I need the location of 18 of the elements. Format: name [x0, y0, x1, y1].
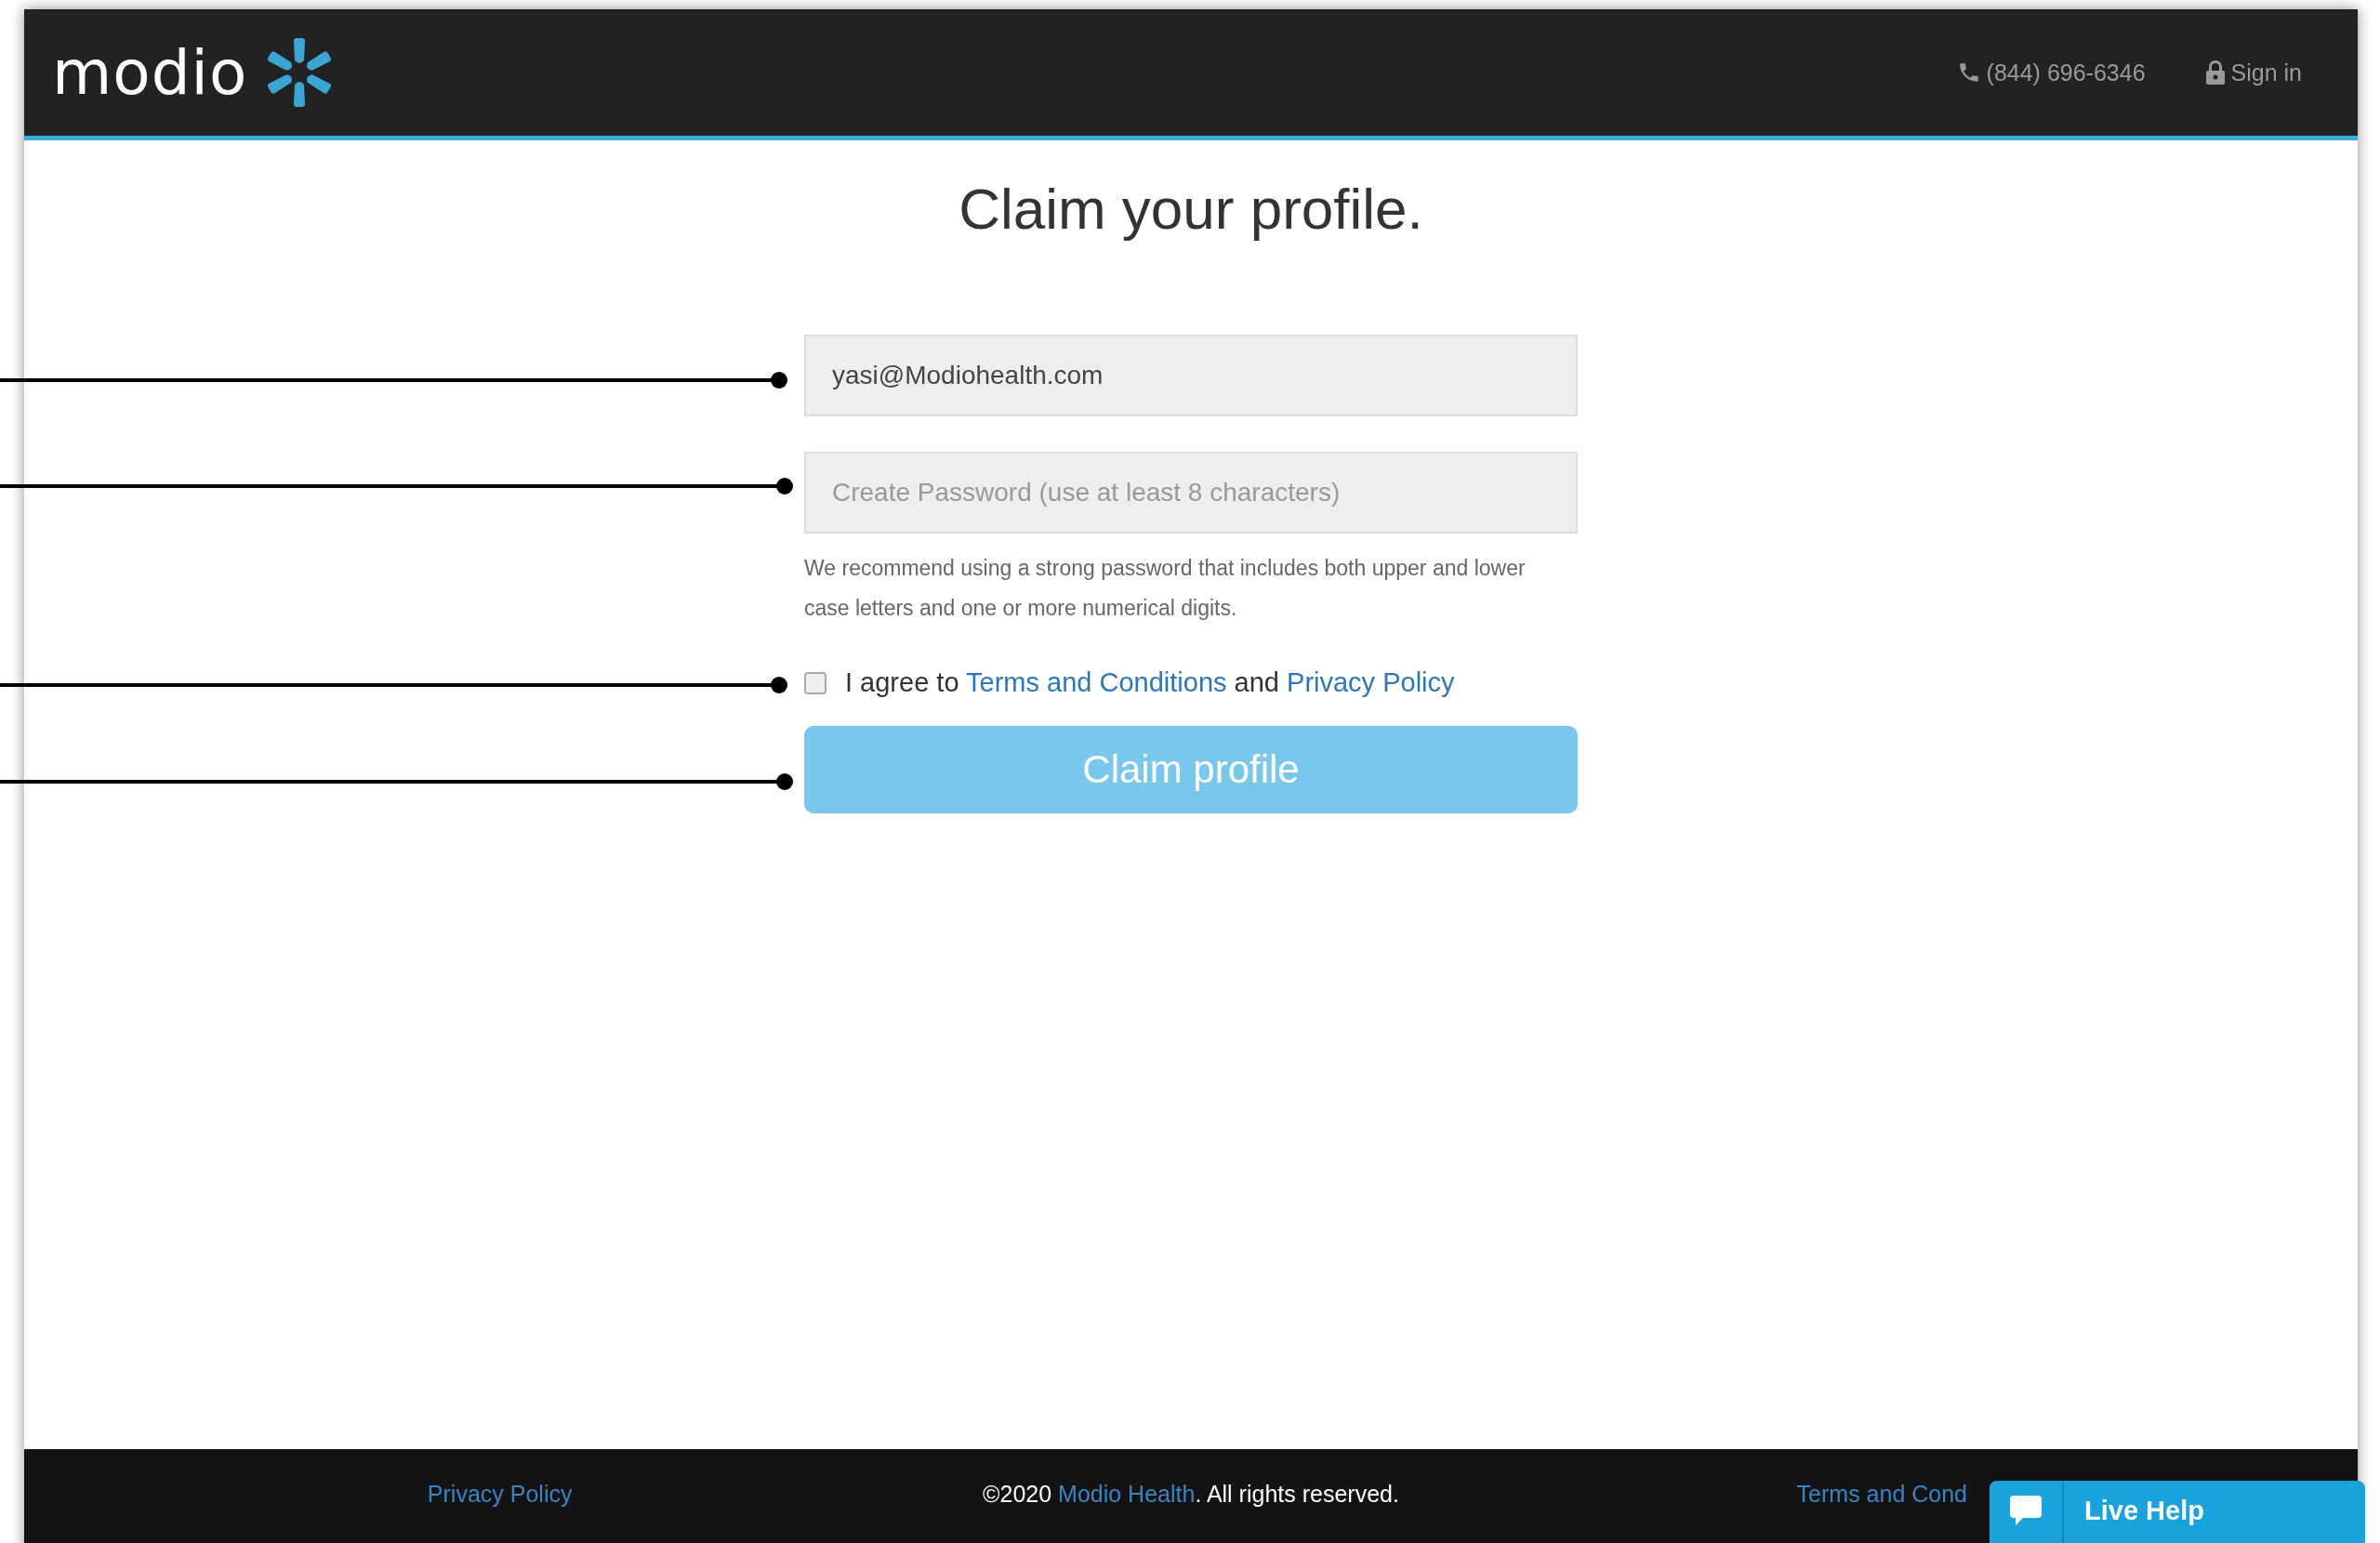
chat-bubble-icon [2008, 1494, 2043, 1527]
phone-number[interactable]: (844) 696-6346 [1986, 59, 2146, 86]
page-title: Claim your profile. [959, 176, 1423, 242]
password-hint: We recommend using a strong password that includes both upper and lower case letters and one or more numerical digits. [804, 555, 1527, 622]
terms-link[interactable]: Terms and Cond [1796, 1481, 1968, 1507]
email-field[interactable]: yasi@Modiohealth.com [804, 335, 1578, 416]
agreement-text: I agree to Terms and Conditions and Privacy Policy [845, 667, 1455, 698]
agree-checkbox[interactable] [804, 671, 826, 694]
agreement-link[interactable]: Privacy Policy [1287, 667, 1455, 697]
live-help-button[interactable]: Live Help [1990, 1481, 2365, 1543]
agreement-link[interactable]: Terms and Conditions [966, 667, 1227, 697]
privacy-policy-link[interactable]: Privacy Policy [427, 1481, 573, 1507]
copyright-text: ©2020 Modio Health. All rights reserved. [983, 1481, 1399, 1507]
sign-in-link[interactable]: Sign in [2230, 59, 2302, 86]
company-link[interactable]: Modio Health [1058, 1481, 1196, 1507]
lock-icon [2204, 59, 2226, 86]
logo-wordmark[interactable]: modio [52, 36, 248, 109]
password-field[interactable]: Create Password (use at least 8 characters) [804, 452, 1578, 534]
